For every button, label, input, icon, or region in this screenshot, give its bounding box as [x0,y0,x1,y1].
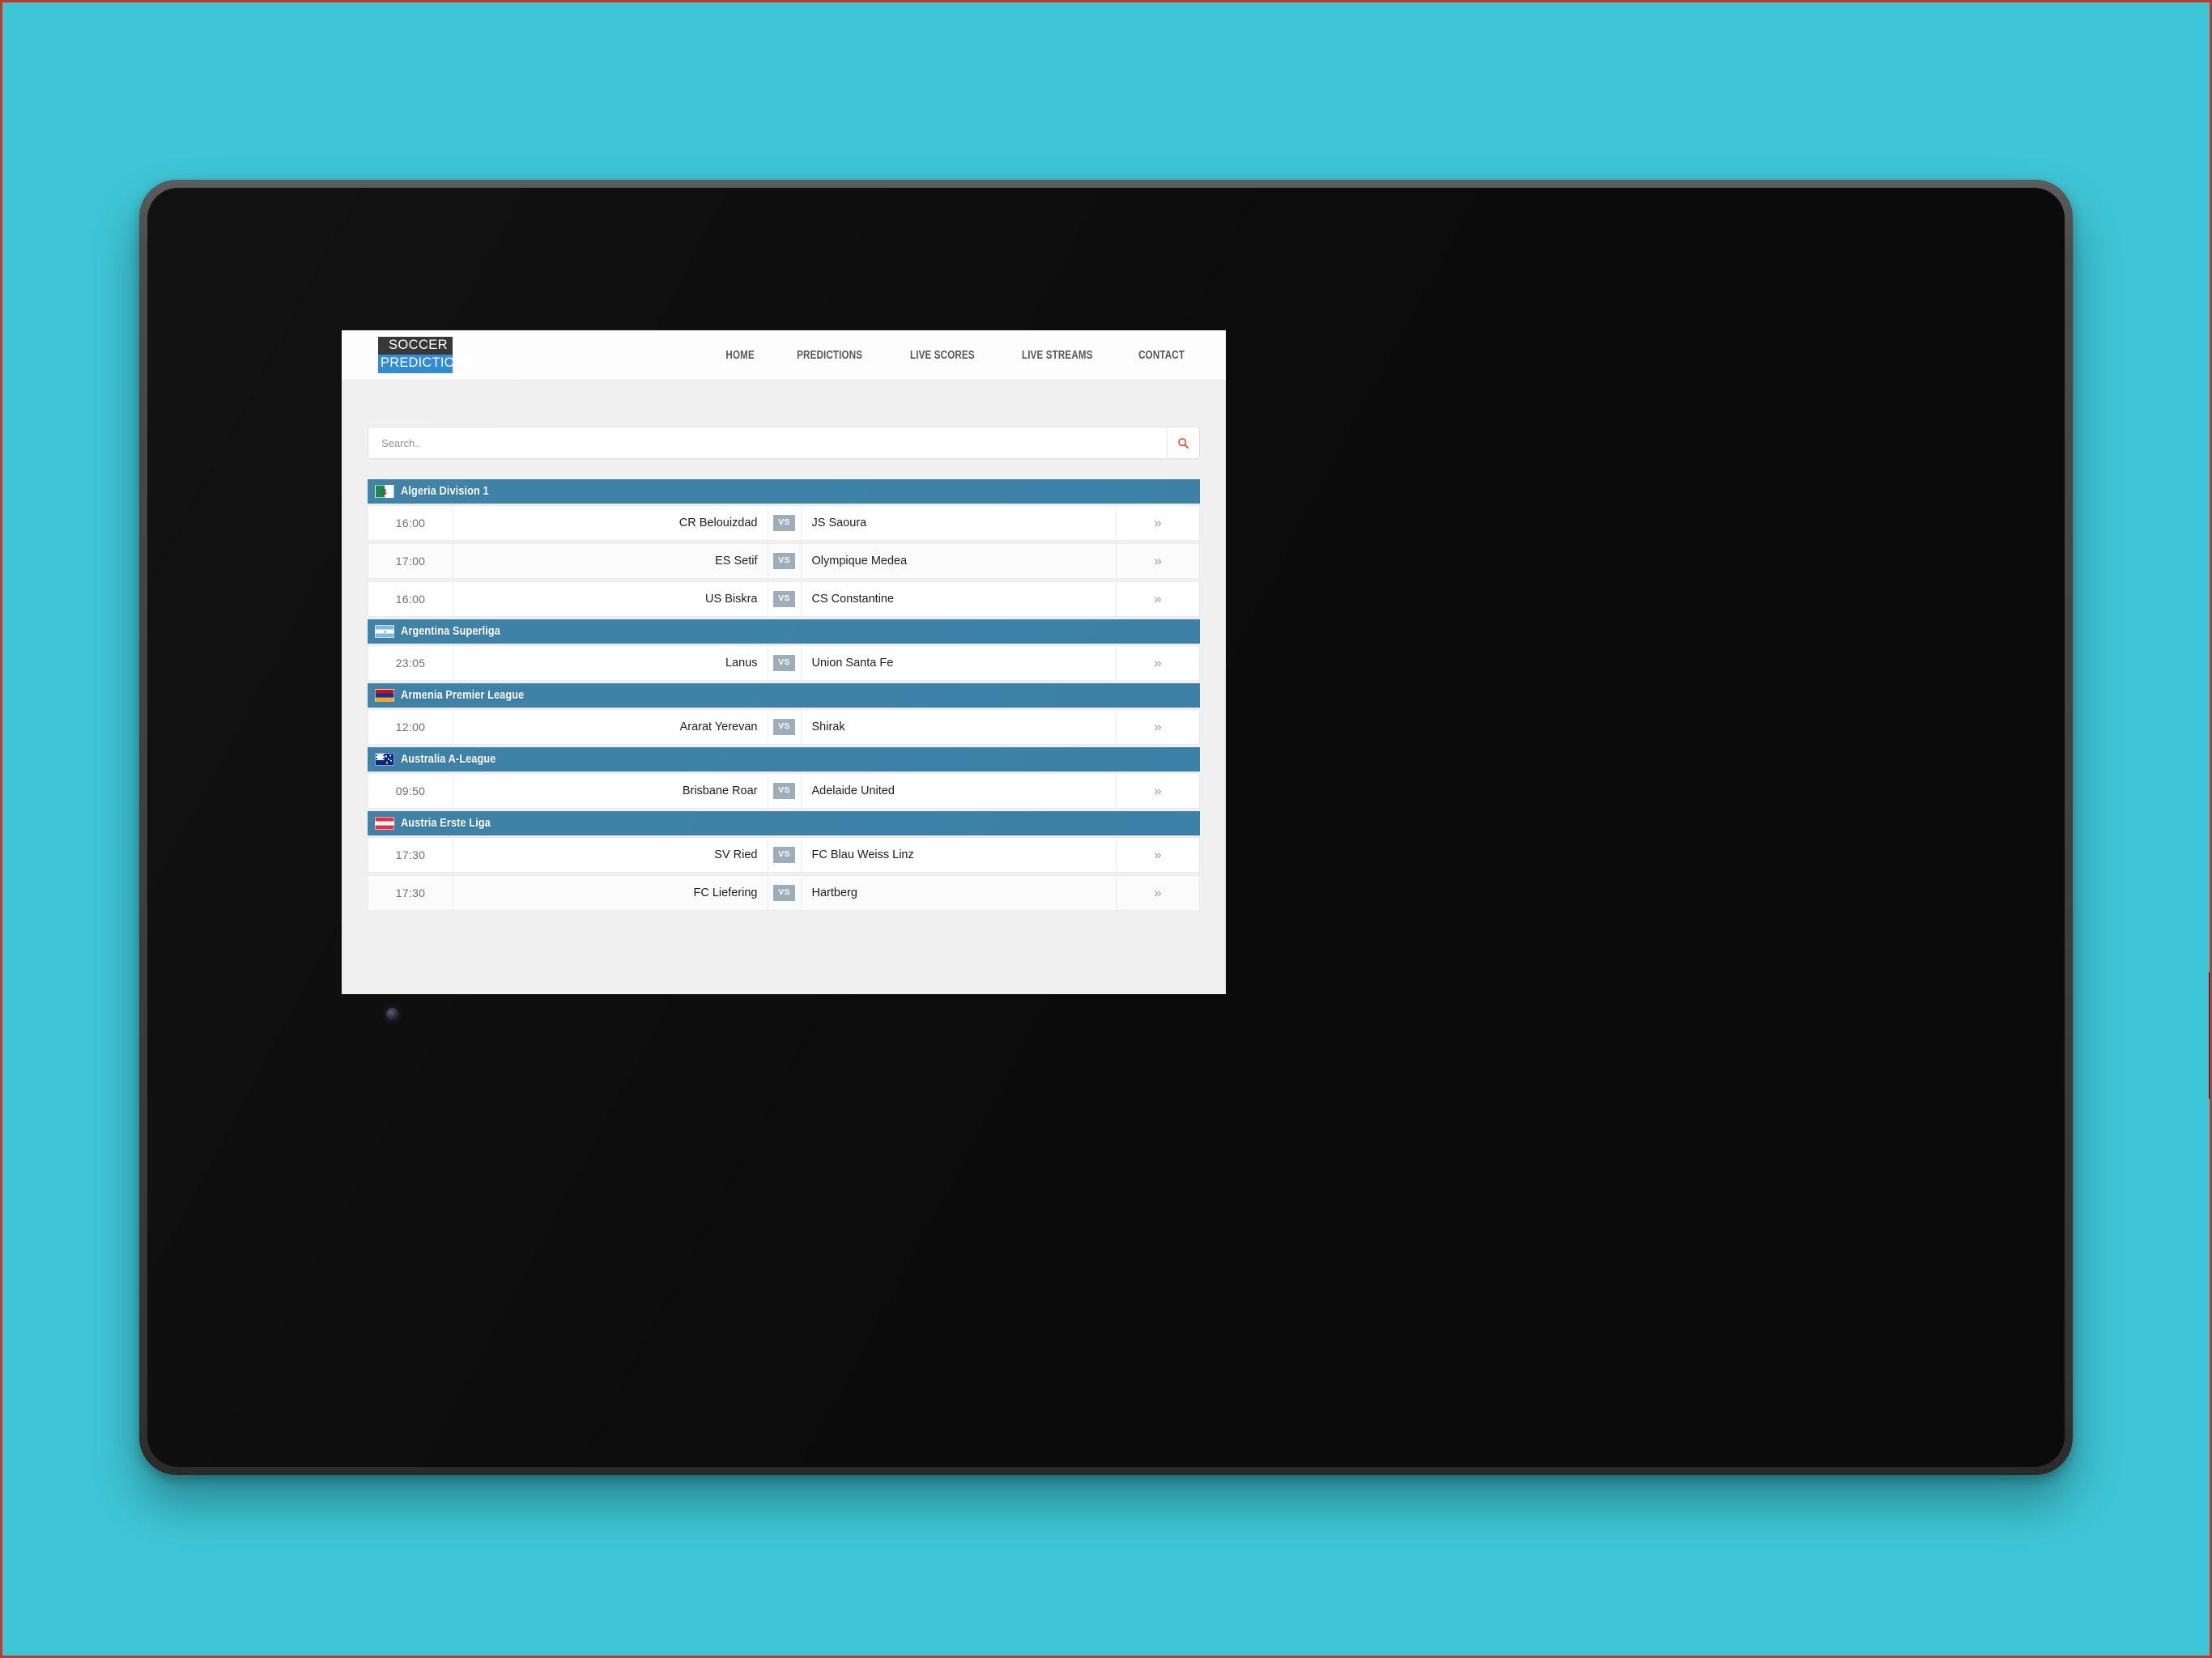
nav-item-home[interactable]: HOME [725,349,754,362]
versus-cell: vs [768,506,802,540]
away-team-name: Hartberg [802,876,1117,910]
home-team-name: CR Belouizdad [453,506,768,540]
site-logo[interactable]: SOCCER PREDICTIONS [378,336,474,374]
vs-badge: vs [773,655,795,671]
versus-cell: vs [768,544,802,578]
nav-item-live-streams[interactable]: LIVE STREAMS [1022,349,1093,362]
league-header-argentina-superliga[interactable]: Argentina Superliga [368,619,1200,644]
match-time: 17:30 [368,838,453,872]
match-time: 17:00 [368,544,453,578]
match-details-chevron-icon[interactable]: » [1117,774,1199,808]
away-team-name: Olympique Medea [802,544,1117,578]
home-team-name: US Biskra [453,582,768,616]
browser-viewport: SOCCER PREDICTIONS HOME PREDICTIONS LIVE… [342,330,1226,994]
vs-badge: vs [773,515,795,531]
match-time: 17:30 [368,876,453,910]
match-details-chevron-icon[interactable]: » [1117,876,1199,910]
match-time: 16:00 [368,506,453,540]
versus-cell: vs [768,774,802,808]
web-page: SOCCER PREDICTIONS HOME PREDICTIONS LIVE… [342,330,1226,994]
nav-item-live-scores[interactable]: LIVE SCORES [910,349,975,362]
match-time: 09:50 [368,774,453,808]
match-details-chevron-icon[interactable]: » [1117,646,1199,680]
vs-badge: vs [773,719,795,735]
match-details-chevron-icon[interactable]: » [1117,710,1199,744]
match-details-chevron-icon[interactable]: » [1117,582,1199,616]
match-row[interactable]: 17:00 ES Setif vs Olympique Medea» [368,543,1200,579]
match-row[interactable]: 12:00 Ararat Yerevan vs Shirak» [368,709,1200,745]
versus-cell: vs [768,582,802,616]
league-header-algeria-division-1[interactable]: Algeria Division 1 [368,479,1200,504]
tablet-side-button[interactable] [2209,972,2212,1099]
tablet-screen: SOCCER PREDICTIONS HOME PREDICTIONS LIVE… [147,188,2065,1467]
league-name: Austria Erste Liga [401,817,491,830]
vs-badge: vs [773,847,795,863]
league-header-australia-a-league[interactable]: Australia A-League [368,747,1200,772]
home-team-name: Lanus [453,646,768,680]
league-list: Algeria Division 1 16:00 CR Belouizdad vs JS… [368,479,1200,918]
match-row[interactable]: 16:00 CR Belouizdad vs JS Saoura» [368,505,1200,541]
away-team-name: CS Constantine [802,582,1117,616]
match-row[interactable]: 23:05 Lanus vs Union Santa Fe» [368,645,1200,681]
austria-flag-icon [375,817,394,830]
versus-cell: vs [768,710,802,744]
league-header-armenia-premier-league[interactable]: Armenia Premier League [368,683,1200,708]
search-button[interactable] [1167,427,1199,458]
site-header: SOCCER PREDICTIONS HOME PREDICTIONS LIVE… [342,330,1226,380]
away-team-name: Shirak [802,710,1117,744]
versus-cell: vs [768,838,802,872]
match-time: 12:00 [368,710,453,744]
page-body: Algeria Division 116:00CR BelouizdadvsJS… [342,427,1226,918]
away-team-name: Union Santa Fe [802,646,1117,680]
search-icon [1177,437,1189,449]
vs-badge: vs [773,783,795,799]
main-navigation: HOME PREDICTIONS LIVE SCORES LIVE STREAM… [722,349,1190,362]
front-camera-icon [386,1008,398,1020]
australia-flag-icon [375,753,394,766]
search-bar [368,427,1200,459]
search-input[interactable] [368,427,1167,458]
versus-cell: vs [768,646,802,680]
vs-badge: vs [773,591,795,607]
home-team-name: ES Setif [453,544,768,578]
nav-item-predictions[interactable]: PREDICTIONS [797,349,862,362]
match-row[interactable]: 17:30 FC Liefering vs Hartberg» [368,875,1200,911]
match-details-chevron-icon[interactable]: » [1117,506,1199,540]
screenshot-canvas: SOCCER PREDICTIONS HOME PREDICTIONS LIVE… [0,0,2212,1658]
match-row[interactable]: 09:50 Brisbane Roar vs Adelaide United» [368,773,1200,809]
away-team-name: JS Saoura [802,506,1117,540]
tablet-device: SOCCER PREDICTIONS HOME PREDICTIONS LIVE… [139,180,2212,1475]
home-team-name: SV Ried [453,838,768,872]
logo-text-top: SOCCER [378,336,453,355]
versus-cell: vs [768,876,802,910]
match-time: 23:05 [368,646,453,680]
vs-badge: vs [773,553,795,569]
match-row[interactable]: 16:00 US Biskra vs CS Constantine» [368,581,1200,617]
home-team-name: Ararat Yerevan [453,710,768,744]
league-name: Australia A-League [401,753,496,766]
vs-badge: vs [773,885,795,901]
home-team-name: FC Liefering [453,876,768,910]
league-name: Algeria Division 1 [401,485,489,498]
nav-item-contact[interactable]: CONTACT [1138,349,1185,362]
league-header-austria-erste-liga[interactable]: Austria Erste Liga [368,811,1200,835]
match-details-chevron-icon[interactable]: » [1117,838,1199,872]
match-row[interactable]: 17:30 SV Ried vs FC Blau Weiss Linz» [368,837,1200,873]
league-name: Armenia Premier League [401,689,525,702]
home-team-name: Brisbane Roar [453,774,768,808]
algeria-flag-icon [375,485,394,498]
league-name: Argentina Superliga [401,625,500,638]
argentina-flag-icon [375,625,394,638]
away-team-name: Adelaide United [802,774,1117,808]
away-team-name: FC Blau Weiss Linz [802,838,1117,872]
armenia-flag-icon [375,689,394,702]
match-details-chevron-icon[interactable]: » [1117,544,1199,578]
match-time: 16:00 [368,582,453,616]
logo-text-bottom: PREDICTIONS [378,355,474,374]
